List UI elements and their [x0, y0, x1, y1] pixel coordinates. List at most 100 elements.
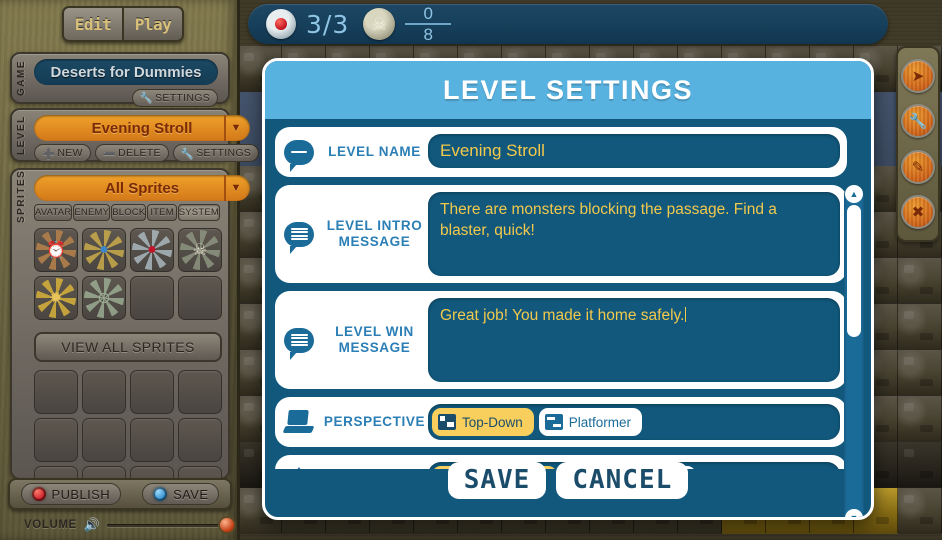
- publish-button[interactable]: PUBLISH: [20, 483, 121, 505]
- sprite-cell[interactable]: ✹: [34, 276, 78, 320]
- wrench-tool[interactable]: 🔧: [901, 104, 935, 139]
- level-settings-dialog: LEVEL SETTINGS LEVEL NAME Evening Stroll: [262, 58, 874, 520]
- scrollbar-thumb[interactable]: [847, 205, 861, 337]
- sprite-cell-empty[interactable]: [130, 276, 174, 320]
- level-win-label: LEVEL WIN MESSAGE: [335, 324, 414, 355]
- level-actions: ➕ NEW ➖ DELETE 🔧 SETTINGS: [34, 144, 260, 162]
- level-panel: LEVEL Evening Stroll ▼ ➕ NEW ➖ DELETE 🔧 SET…: [10, 108, 260, 162]
- enemy-fraction: 0 8: [405, 5, 452, 43]
- select-tool[interactable]: ➤: [901, 58, 935, 93]
- category-avatar[interactable]: AVATAR: [34, 204, 73, 221]
- terrain-tile[interactable]: [898, 304, 942, 350]
- level-new-label: NEW: [57, 147, 83, 159]
- tool-palette: ➤ 🔧 ✎ ✖: [896, 46, 940, 242]
- terrain-tile[interactable]: [898, 258, 942, 304]
- row-level-name: LEVEL NAME Evening Stroll: [275, 127, 847, 177]
- dialog-header: LEVEL SETTINGS: [265, 61, 871, 119]
- eyedropper-tool[interactable]: ✎: [901, 149, 935, 184]
- sprite-cell-empty[interactable]: [82, 370, 126, 414]
- editor-sidebar: Edit Play GAME Deserts for Dummies 🔧 SETT…: [0, 0, 260, 540]
- sprite-cell-empty[interactable]: [130, 418, 174, 462]
- category-block[interactable]: BLOCK: [111, 204, 147, 221]
- publish-label: PUBLISH: [51, 486, 110, 502]
- chevron-down-icon[interactable]: ▼: [224, 115, 246, 141]
- volume-slider-track[interactable]: [106, 523, 221, 527]
- sprite-grid: ⏰ ● ● ☠ ✹ ⊕: [34, 228, 222, 320]
- sprite-category-tabs: AVATAR ENEMY BLOCK ITEM SYSTEM: [34, 204, 220, 221]
- sprite-cell-empty[interactable]: [178, 276, 222, 320]
- save-label: SAVE: [173, 486, 209, 502]
- row-level-intro-message: LEVEL INTRO MESSAGE There are monsters b…: [275, 185, 847, 283]
- speech-bubble-lines-icon: [284, 327, 314, 360]
- game-section-label: GAME: [16, 60, 27, 96]
- game-settings-wrap: 🔧 SETTINGS: [131, 88, 218, 107]
- level-section-label: LEVEL: [16, 115, 27, 155]
- level-name-dropdown[interactable]: Evening Stroll ▼: [34, 115, 250, 141]
- sprite-cell[interactable]: ☠: [178, 228, 222, 272]
- perspective-label: PERSPECTIVE: [323, 414, 426, 430]
- level-win-label-group: LEVEL WIN MESSAGE: [282, 298, 428, 382]
- top-down-label: Top-Down: [462, 414, 523, 430]
- level-name-text: Evening Stroll: [91, 119, 193, 137]
- sprite-cell[interactable]: ⊕: [82, 276, 126, 320]
- skull-sprite: ☠: [180, 230, 220, 270]
- speaker-icon[interactable]: 🔊: [84, 517, 100, 533]
- platformer-icon: [544, 414, 563, 430]
- sprite-cell[interactable]: ●: [82, 228, 126, 272]
- category-system[interactable]: SYSTEM: [177, 204, 220, 221]
- level-intro-input[interactable]: There are monsters blocking the passage.…: [428, 192, 840, 276]
- game-settings-button[interactable]: 🔧 SETTINGS: [131, 88, 218, 107]
- compass-sprite: ✹: [36, 278, 76, 318]
- level-new-button[interactable]: ➕ NEW: [34, 144, 91, 162]
- volume-slider-knob[interactable]: [220, 518, 234, 532]
- view-all-sprites-button[interactable]: VIEW ALL SPRITES: [34, 332, 222, 362]
- sprite-cell-empty[interactable]: [130, 370, 174, 414]
- health-counter: 3/3: [266, 9, 349, 39]
- sprite-cell-empty[interactable]: [178, 418, 222, 462]
- category-enemy[interactable]: ENEMY: [73, 204, 111, 221]
- sprite-filter-dropdown[interactable]: All Sprites ▼: [34, 175, 250, 201]
- category-item[interactable]: ITEM: [147, 204, 177, 221]
- sprite-cell-empty[interactable]: [178, 370, 222, 414]
- speech-bubble-lines-icon: [284, 221, 314, 254]
- delete-tool[interactable]: ✖: [901, 195, 935, 230]
- text-caret: [685, 307, 687, 322]
- publish-led-icon: [31, 487, 46, 501]
- level-settings-label: SETTINGS: [196, 147, 252, 159]
- dialog-scrollbar[interactable]: ▲ ▼: [844, 185, 864, 517]
- laptop-icon: [284, 409, 314, 435]
- row-level-win-message: LEVEL WIN MESSAGE Great job! You made it…: [275, 291, 847, 389]
- row-perspective: PERSPECTIVE Top-Down Platformer: [275, 397, 847, 447]
- dialog-cancel-button[interactable]: CANCEL: [556, 461, 689, 499]
- sprite-cell[interactable]: ⏰: [34, 228, 78, 272]
- scroll-up-button[interactable]: ▲: [845, 185, 863, 203]
- sprites-panel: SPRITES All Sprites ▼ AVATAR ENEMY BLOCK…: [10, 168, 250, 480]
- level-settings-button[interactable]: 🔧 SETTINGS: [172, 144, 260, 162]
- mode-toggle: Edit Play: [62, 6, 184, 42]
- crosshair-gear-sprite: ⊕: [84, 278, 124, 318]
- scroll-down-button[interactable]: ▼: [845, 509, 863, 517]
- terrain-tile[interactable]: [898, 488, 942, 534]
- tab-edit[interactable]: Edit: [64, 8, 122, 40]
- sidebar-footer: PUBLISH SAVE: [8, 478, 232, 510]
- terrain-tile[interactable]: [898, 442, 942, 488]
- terrain-tile[interactable]: [898, 350, 942, 396]
- sprite-empty-row: [34, 370, 222, 414]
- perspective-option-platformer[interactable]: Platformer: [538, 408, 643, 436]
- level-win-input[interactable]: Great job! You made it home safely.: [428, 298, 840, 382]
- level-name-input[interactable]: Evening Stroll: [428, 134, 840, 168]
- chevron-down-icon[interactable]: ▼: [224, 175, 246, 201]
- hud-bar: 3/3 ☠ 0 8: [248, 4, 888, 44]
- perspective-option-top-down[interactable]: Top-Down: [432, 408, 534, 436]
- sprite-cell[interactable]: ●: [130, 228, 174, 272]
- sprite-cell-empty[interactable]: [82, 418, 126, 462]
- save-led-icon: [153, 487, 168, 501]
- terrain-tile[interactable]: [898, 396, 942, 442]
- save-button[interactable]: SAVE: [142, 483, 220, 505]
- dialog-save-button[interactable]: SAVE: [447, 461, 547, 499]
- game-name-field[interactable]: Deserts for Dummies: [34, 59, 218, 85]
- tab-play[interactable]: Play: [122, 8, 182, 40]
- sprite-cell-empty[interactable]: [34, 418, 78, 462]
- level-delete-button[interactable]: ➖ DELETE: [94, 144, 169, 162]
- sprite-cell-empty[interactable]: [34, 370, 78, 414]
